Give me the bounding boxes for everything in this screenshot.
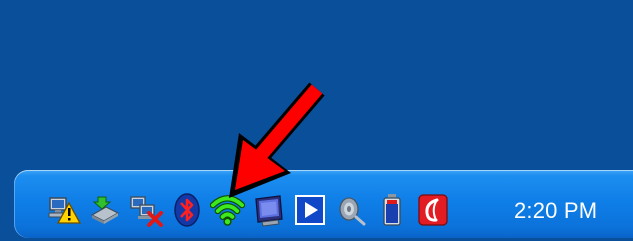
volume-speaker-icon[interactable] [333,190,368,230]
network-warning-icon[interactable] [46,190,81,230]
battery-icon[interactable] [374,190,409,230]
red-swirl-app-icon[interactable] [415,190,450,230]
network-disconnected-icon[interactable] [128,190,163,230]
safely-remove-hardware-icon[interactable] [87,190,122,230]
bluetooth-icon[interactable] [169,190,204,230]
red-pointer-arrow-icon [229,82,325,198]
tray-clock[interactable]: 2:20 PM [514,198,597,224]
